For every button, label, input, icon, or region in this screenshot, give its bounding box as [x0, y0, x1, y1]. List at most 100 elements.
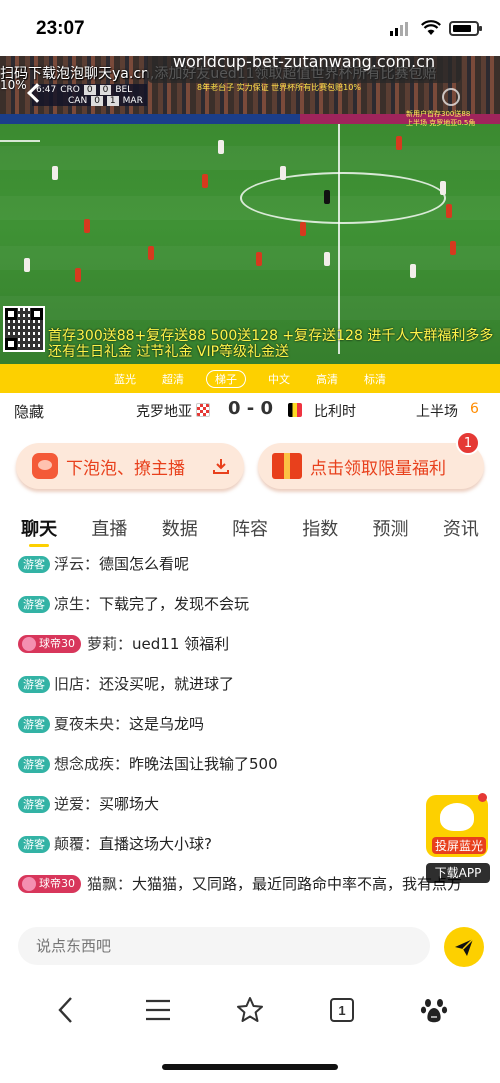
download-paopao-button[interactable]: 下泡泡、撩主播	[16, 443, 244, 489]
send-icon	[455, 938, 474, 956]
player	[52, 166, 58, 180]
penalty-line	[0, 140, 40, 142]
tab-chat[interactable]: 聊天	[21, 507, 57, 547]
chat-nickname[interactable]: 颠覆：	[54, 833, 99, 855]
chat-text: 直播这场大小球?	[99, 835, 212, 853]
baidu-button[interactable]	[414, 990, 454, 1030]
player	[396, 136, 402, 150]
browser-toolbar: 1	[0, 975, 500, 1045]
chat-list[interactable]: 游客 浮云： 德国怎么看呢 游客 凉生： 下载完了，发现不会玩 球帝30 萝莉：…	[0, 547, 500, 917]
promo-right-line1: 新用户首存300送88	[406, 110, 471, 118]
belgium-flag-icon	[288, 403, 302, 417]
cellular-signal-icon	[390, 22, 408, 36]
back-button[interactable]	[46, 990, 86, 1030]
chat-text: ued11 领福利	[132, 635, 230, 653]
menu-button[interactable]	[138, 990, 178, 1030]
home-indicator[interactable]	[162, 1064, 338, 1070]
player	[24, 258, 30, 272]
scorebug-other-away: MAR	[122, 95, 143, 106]
scorebug-away-score: 0	[99, 84, 112, 95]
promo-banner-right: 新用户首存300送88 上半场 克罗地亚0.5角	[406, 110, 475, 128]
quality-option-selected[interactable]: 梯子	[206, 369, 246, 388]
player	[75, 268, 81, 282]
referee	[324, 190, 330, 204]
quality-option[interactable]: 超清	[158, 370, 188, 388]
scorebug-other-home: CAN	[68, 95, 88, 106]
gift-icon	[272, 453, 302, 479]
chat-nickname[interactable]: 夏夜未央：	[54, 713, 129, 735]
quality-option[interactable]: 蓝光	[110, 370, 140, 388]
video-player[interactable]: 6:47 CRO 0 0 BEL CAN 0 1 MAR 8年老台子 实力保证 …	[0, 56, 500, 364]
match-info-bar: 隐藏 克罗地亚 0 - 0 比利时 上半场 6	[0, 393, 500, 427]
chat-text: 这是乌龙吗	[129, 715, 205, 733]
tab-prediction[interactable]: 预测	[373, 507, 409, 547]
chat-text: 昨晚法国让我输了500	[129, 755, 278, 773]
player	[148, 246, 154, 260]
match-period: 上半场	[416, 404, 458, 420]
chat-nickname[interactable]: 想念成疾：	[54, 753, 129, 775]
player	[202, 174, 208, 188]
scorebug-home-score: 0	[83, 84, 96, 95]
chat-text: 下载完了，发现不会玩	[99, 595, 250, 613]
url-overlay: worldcup-bet-zutanwang.com.cn	[147, 56, 461, 83]
chat-nickname[interactable]: 萝莉：	[87, 633, 132, 655]
bookmark-button[interactable]	[230, 990, 270, 1030]
status-bar: 23:07	[0, 0, 500, 56]
star-icon	[237, 997, 263, 1022]
video-settings-icon[interactable]	[442, 88, 460, 106]
cat-mascot-icon	[440, 803, 474, 831]
tab-odds[interactable]: 指数	[302, 507, 338, 547]
center-circle	[240, 172, 446, 224]
player	[280, 166, 286, 180]
tab-lineup[interactable]: 阵容	[232, 507, 268, 547]
tabs-icon: 1	[330, 998, 354, 1022]
player	[446, 204, 452, 218]
vip-badge: 球帝30	[18, 635, 81, 653]
cast-app-card[interactable]: 投屏蓝光	[426, 793, 488, 857]
tab-news[interactable]: 资讯	[443, 507, 479, 547]
cast-app-promo[interactable]: 投屏蓝光 下载APP	[426, 793, 490, 885]
guest-badge: 游客	[18, 596, 50, 613]
halfway-line	[338, 124, 340, 354]
tabs-button[interactable]: 1	[322, 990, 362, 1030]
croatia-flag-icon	[196, 403, 210, 417]
quality-option[interactable]: 标清	[360, 370, 390, 388]
chat-message: 游客 逆爱： 买哪场大	[18, 793, 488, 815]
guest-badge: 游客	[18, 716, 50, 733]
vip-badge-label: 球帝30	[39, 637, 75, 650]
quality-option[interactable]: 中文	[264, 370, 294, 388]
player	[450, 241, 456, 255]
claim-welfare-label: 点击领取限量福利	[310, 458, 446, 479]
marquee-text-line2: 10%	[0, 78, 27, 92]
match-score: 0 - 0	[228, 398, 274, 419]
tab-live[interactable]: 直播	[91, 507, 127, 547]
tab-data[interactable]: 数据	[162, 507, 198, 547]
chat-input[interactable]	[18, 927, 430, 965]
claim-welfare-button[interactable]: 点击领取限量福利	[258, 443, 484, 489]
red-dot-badge	[478, 793, 487, 802]
send-button[interactable]	[444, 927, 484, 967]
chat-input-bar	[0, 917, 500, 975]
chat-message: 游客 凉生： 下载完了，发现不会玩	[18, 593, 488, 615]
chat-message: 游客 夏夜未央： 这是乌龙吗	[18, 713, 488, 735]
chat-nickname[interactable]: 猫飘：	[87, 873, 132, 895]
qr-code-image	[3, 306, 45, 352]
content-tabs: 聊天 直播 数据 阵容 指数 预测 资讯	[0, 507, 500, 547]
scorebug-other-home-score: 0	[91, 95, 103, 106]
chat-message: 游客 旧店： 还没买呢，就进球了	[18, 673, 488, 695]
scoreboard-overlay: 6:47 CRO 0 0 BEL CAN 0 1 MAR	[32, 84, 147, 106]
chat-message: 游客 颠覆： 直播这场大小球?	[18, 833, 488, 855]
guest-badge: 游客	[18, 556, 50, 573]
quality-option[interactable]: 高清	[312, 370, 342, 388]
battery-icon	[449, 21, 482, 36]
chat-nickname[interactable]: 逆爱：	[54, 793, 99, 815]
download-paopao-label: 下泡泡、撩主播	[66, 458, 185, 479]
chat-message: 球帝30 萝莉： ued11 领福利	[18, 633, 488, 655]
chat-nickname[interactable]: 旧店：	[54, 673, 99, 695]
chat-nickname[interactable]: 浮云：	[54, 553, 99, 575]
hide-button[interactable]: 隐藏	[14, 401, 44, 422]
vip-badge-label: 球帝30	[39, 877, 75, 890]
menu-icon	[146, 999, 170, 1021]
download-app-button[interactable]: 下载APP	[426, 863, 490, 883]
chat-nickname[interactable]: 凉生：	[54, 593, 99, 615]
